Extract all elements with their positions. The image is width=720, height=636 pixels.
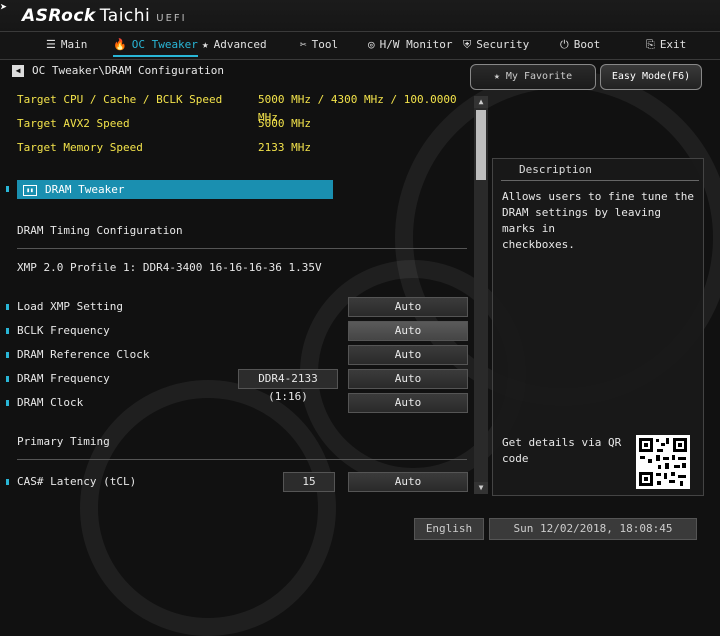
exit-icon: ⎘ (646, 38, 655, 51)
section-heading: Primary Timing (17, 435, 110, 448)
divider (17, 459, 467, 460)
dram-frequency-select[interactable]: Auto (348, 369, 468, 389)
cas-latency-current: 15 (283, 472, 335, 492)
setting-load-xmp[interactable]: Load XMP Setting Auto (0, 297, 470, 317)
setting-cas-latency[interactable]: CAS# Latency (tCL) 15 Auto (0, 472, 470, 492)
target-label: Target AVX2 Speed (17, 117, 130, 130)
bclk-frequency-select[interactable]: Auto (348, 321, 468, 341)
background-gear (80, 380, 336, 636)
row-marker (6, 352, 9, 358)
divider (17, 248, 467, 249)
star-icon: ★ (202, 38, 209, 51)
row-marker (6, 304, 9, 310)
target-label: Target Memory Speed (17, 141, 143, 154)
dram-reference-clock-select[interactable]: Auto (348, 345, 468, 365)
scrollbar[interactable]: ▲ ▼ (474, 96, 488, 494)
power-icon: ⏻ (560, 38, 569, 51)
target-label: Target CPU / Cache / BCLK Speed (17, 93, 223, 106)
dram-clock-select[interactable]: Auto (348, 393, 468, 413)
main-nav: ☰ Main 🔥 OC Tweaker ★ Advanced ✂ Tool ◎ H/W M… (0, 31, 720, 60)
tab-main[interactable]: ☰ Main (46, 32, 87, 58)
scroll-thumb[interactable] (476, 110, 486, 180)
tab-exit[interactable]: ⎘ Exit (646, 32, 686, 58)
xmp-profile-info: XMP 2.0 Profile 1: DDR4-3400 16-16-16-36… (17, 261, 322, 274)
target-value: 5000 MHz (258, 117, 311, 130)
mouse-cursor-icon: ➤ (0, 0, 8, 14)
tab-hw-monitor[interactable]: ◎ H/W Monitor (368, 32, 452, 58)
row-marker (6, 479, 9, 485)
shield-icon: ⛨ (463, 38, 472, 51)
qr-caption: Get details via QR code (502, 436, 622, 465)
setting-dram-clock[interactable]: DRAM Clock Auto (0, 393, 470, 413)
tab-tool[interactable]: ✂ Tool (300, 32, 338, 58)
tab-security[interactable]: ⛨ Security (463, 32, 529, 58)
scroll-up-icon[interactable]: ▲ (474, 96, 488, 108)
header: ASRock Taichi UEFI ☰ Main 🔥 OC Tweaker ★ Adva… (0, 0, 720, 60)
tab-advanced[interactable]: ★ Advanced (202, 32, 267, 58)
language-button[interactable]: English (414, 518, 484, 540)
setting-dram-frequency[interactable]: DRAM Frequency DDR4-2133 (1:16) Auto (0, 369, 470, 403)
row-marker (6, 328, 9, 334)
monitor-icon: ◎ (368, 38, 375, 51)
tab-boot[interactable]: ⏻ Boot (560, 32, 600, 58)
description-title: Description (501, 159, 699, 181)
setting-bclk-frequency[interactable]: BCLK Frequency Auto (0, 321, 470, 341)
row-marker (6, 400, 9, 406)
flame-icon: 🔥 (113, 38, 127, 51)
setting-dram-reference-clock[interactable]: DRAM Reference Clock Auto (0, 345, 470, 365)
load-xmp-select[interactable]: Auto (348, 297, 468, 317)
target-memory-row: Target Memory Speed 2133 MHz (0, 139, 470, 157)
tools-icon: ✂ (300, 38, 307, 51)
list-icon: ☰ (46, 38, 56, 51)
dram-tweaker-item[interactable]: ▮▮ DRAM Tweaker (17, 180, 333, 199)
section-heading: DRAM Timing Configuration (17, 224, 183, 237)
description-panel: Description Allows users to fine tune th… (492, 158, 704, 496)
brand-logo: ASRock Taichi UEFI (22, 6, 187, 26)
breadcrumb: ◀ OC Tweaker\DRAM Configuration (12, 64, 224, 78)
target-value: 2133 MHz (258, 141, 311, 154)
easy-mode-button[interactable]: Easy Mode(F6) (600, 64, 702, 90)
cas-latency-select[interactable]: Auto (348, 472, 468, 492)
dram-icon: ▮▮ (23, 184, 37, 196)
target-cpu-row: Target CPU / Cache / BCLK Speed 5000 MHz… (0, 91, 470, 124)
row-marker (6, 376, 9, 382)
datetime-display: Sun 12/02/2018, 18:08:45 (489, 518, 697, 540)
back-icon[interactable]: ◀ (12, 65, 24, 77)
dram-frequency-current: DDR4-2133 (1:16) (238, 369, 338, 403)
qr-code-icon (636, 435, 690, 489)
star-icon: ★ (493, 71, 506, 82)
row-marker (6, 186, 9, 192)
target-avx2-row: Target AVX2 Speed 5000 MHz (0, 115, 470, 133)
tab-oc-tweaker[interactable]: 🔥 OC Tweaker (113, 32, 198, 58)
description-text: Allows users to fine tune the DRAM setti… (502, 190, 695, 251)
scroll-down-icon[interactable]: ▼ (474, 482, 488, 494)
my-favorite-button[interactable]: ★ My Favorite (470, 64, 596, 90)
